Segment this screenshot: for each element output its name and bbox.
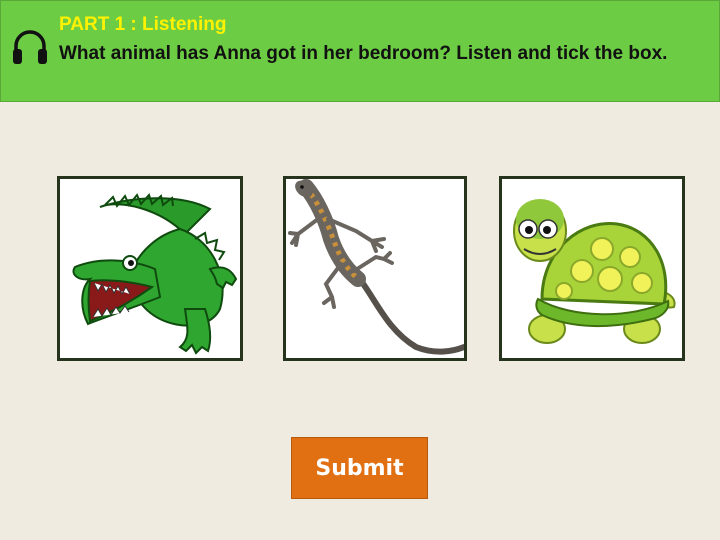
question-header: PART 1 : Listening What animal has Anna … <box>0 0 720 102</box>
lizard-picture <box>288 179 464 355</box>
option-crocodile[interactable] <box>57 176 243 361</box>
option-turtle[interactable] <box>499 176 685 361</box>
submit-button[interactable]: Submit <box>291 437 428 499</box>
headphones-icon <box>13 30 47 64</box>
turtle-picture <box>513 199 676 344</box>
part-title: PART 1 : Listening <box>59 14 227 35</box>
option-lizard[interactable] <box>283 176 467 361</box>
crocodile-picture <box>72 193 238 355</box>
question-text: What animal has Anna got in her bedroom?… <box>59 43 668 64</box>
